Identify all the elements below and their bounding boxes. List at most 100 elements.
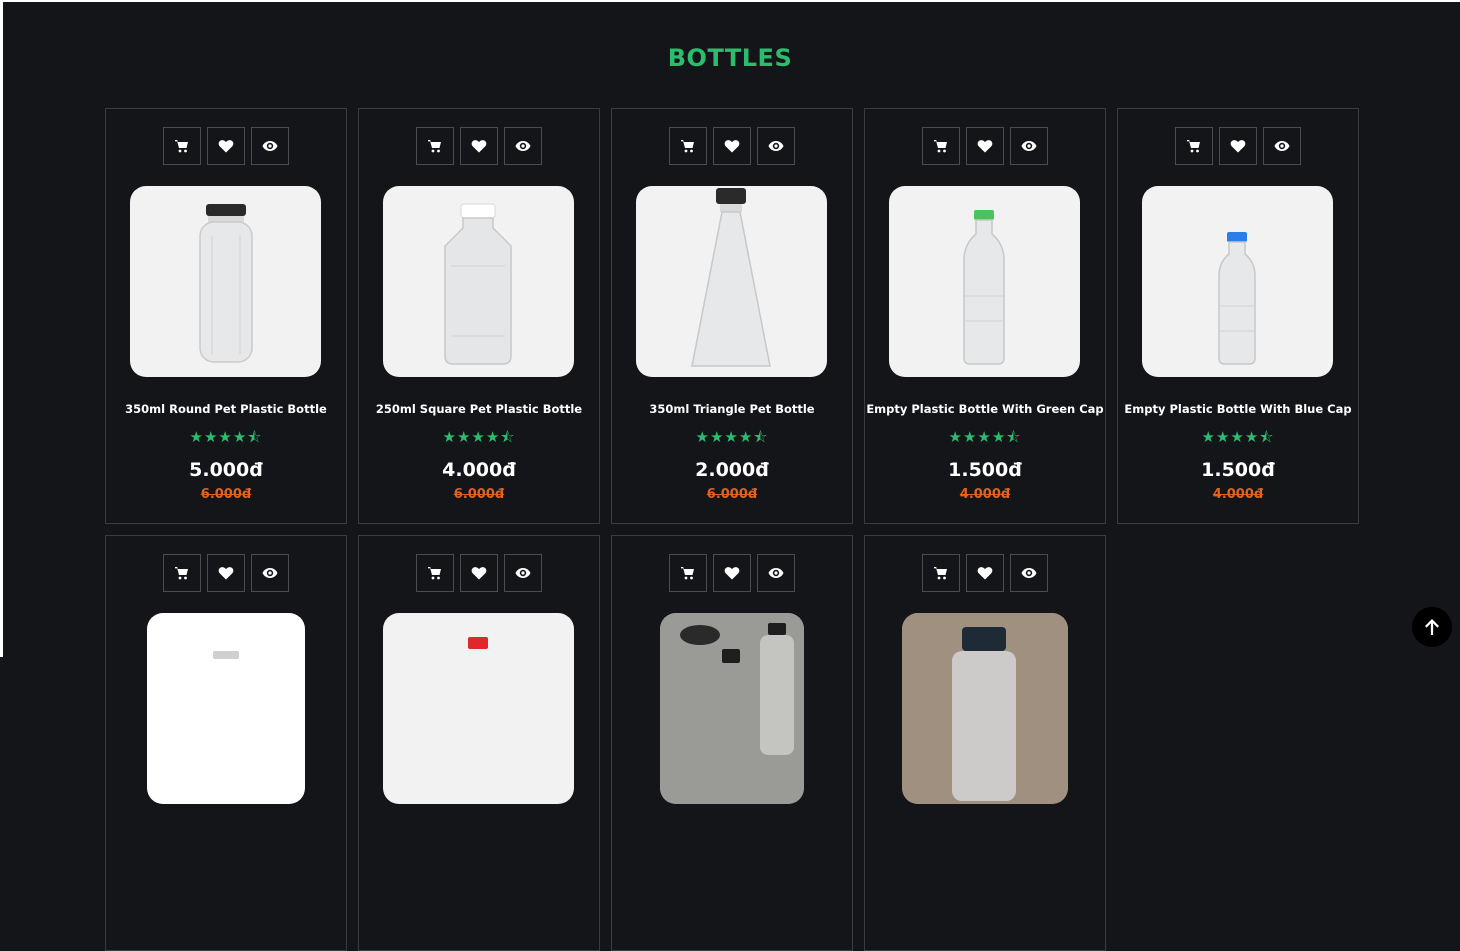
product-card[interactable]: 250ml Square Pet Plastic Bottle ★★★★⯪ 4.… [358,108,600,524]
product-image[interactable] [1142,186,1333,377]
product-card[interactable]: Empty Plastic Bottle With Blue Cap ★★★★⯪… [1117,108,1359,524]
cart-icon [681,567,694,580]
card-actions [106,554,346,592]
product-image[interactable] [383,186,574,377]
product-image[interactable] [636,186,827,377]
wishlist-button[interactable] [460,554,498,592]
cart-icon [428,140,441,153]
product-card[interactable]: 350ml Round Pet Plastic Bottle ★★★★⯪ 5.0… [105,108,347,524]
product-image[interactable] [147,613,305,804]
card-actions [1118,127,1358,165]
product-name[interactable]: 350ml Triangle Pet Bottle [612,402,852,416]
heart-icon [218,140,234,153]
quick-view-button[interactable] [504,554,542,592]
add-to-cart-button[interactable] [163,554,201,592]
arrow-up-icon [1425,619,1439,635]
card-actions [106,127,346,165]
quick-view-button[interactable] [1010,554,1048,592]
add-to-cart-button[interactable] [416,554,454,592]
blue-cap-bottle-image [1218,232,1256,365]
product-card[interactable] [611,535,853,951]
product-old-price: 6.000đ [706,487,758,502]
bottle-image [213,651,239,659]
product-card[interactable]: 350ml Triangle Pet Bottle ★★★★⯪ 2.000đ 6… [611,108,853,524]
product-grid: 350ml Round Pet Plastic Bottle ★★★★⯪ 5.0… [105,108,1359,951]
bottles-photo-image [660,613,804,804]
product-old-price: 4.000đ [959,487,1011,502]
section-title: BOTTLES [667,44,793,72]
heart-icon [977,567,993,580]
cart-icon [428,567,441,580]
wishlist-button[interactable] [207,554,245,592]
product-image[interactable] [660,613,804,804]
bottle-photo-image [902,613,1068,804]
wishlist-button[interactable] [1219,127,1257,165]
eye-icon [515,141,531,151]
card-actions [359,554,599,592]
product-price: 2.000đ [695,459,769,481]
product-image[interactable] [130,186,321,377]
quick-view-button[interactable] [504,127,542,165]
rating-stars: ★★★★⯪ [442,428,516,446]
eye-icon [262,141,278,151]
product-old-price: 6.000đ [200,487,252,502]
product-card[interactable] [105,535,347,951]
add-to-cart-button[interactable] [922,127,960,165]
quick-view-button[interactable] [1010,127,1048,165]
quick-view-button[interactable] [1263,127,1301,165]
product-price: 1.500đ [948,459,1022,481]
product-card[interactable]: Empty Plastic Bottle With Green Cap ★★★★… [864,108,1106,524]
product-name[interactable]: 250ml Square Pet Plastic Bottle [359,402,599,416]
wishlist-button[interactable] [713,554,751,592]
quick-view-button[interactable] [757,554,795,592]
quick-view-button[interactable] [251,554,289,592]
product-image[interactable] [902,613,1068,804]
wishlist-button[interactable] [713,127,751,165]
cart-icon [175,567,188,580]
product-name[interactable]: 350ml Round Pet Plastic Bottle [106,402,346,416]
product-price: 1.500đ [1201,459,1275,481]
card-actions [865,554,1105,592]
product-name[interactable]: Empty Plastic Bottle With Blue Cap [1118,402,1358,416]
heart-icon [1230,140,1246,153]
quick-view-button[interactable] [757,127,795,165]
wishlist-button[interactable] [966,127,1004,165]
product-name[interactable]: Empty Plastic Bottle With Green Cap [865,402,1105,416]
add-to-cart-button[interactable] [163,127,201,165]
wishlist-button[interactable] [460,127,498,165]
heart-icon [471,567,487,580]
heart-icon [218,567,234,580]
product-image[interactable] [383,613,574,804]
add-to-cart-button[interactable] [416,127,454,165]
product-card[interactable] [358,535,600,951]
eye-icon [1274,141,1290,151]
cart-icon [1187,140,1200,153]
heart-icon [724,567,740,580]
quick-view-button[interactable] [251,127,289,165]
product-old-price: 6.000đ [453,487,505,502]
scroll-to-top-button[interactable] [1412,607,1452,647]
green-cap-bottle-image [963,210,1005,365]
heart-icon [977,140,993,153]
product-price: 5.000đ [189,459,263,481]
round-bottle-image [199,204,253,363]
add-to-cart-button[interactable] [669,554,707,592]
rating-stars: ★★★★⯪ [189,428,263,446]
wishlist-button[interactable] [966,554,1004,592]
eye-icon [262,568,278,578]
rating-stars: ★★★★⯪ [948,428,1022,446]
cart-icon [175,140,188,153]
add-to-cart-button[interactable] [1175,127,1213,165]
card-actions [865,127,1105,165]
heart-icon [724,140,740,153]
square-bottle-image [444,203,512,365]
add-to-cart-button[interactable] [922,554,960,592]
eye-icon [515,568,531,578]
card-actions [612,127,852,165]
card-actions [359,127,599,165]
product-card[interactable] [864,535,1106,951]
product-image[interactable] [889,186,1080,377]
wishlist-button[interactable] [207,127,245,165]
red-cap-bottle-image [468,637,488,649]
add-to-cart-button[interactable] [669,127,707,165]
